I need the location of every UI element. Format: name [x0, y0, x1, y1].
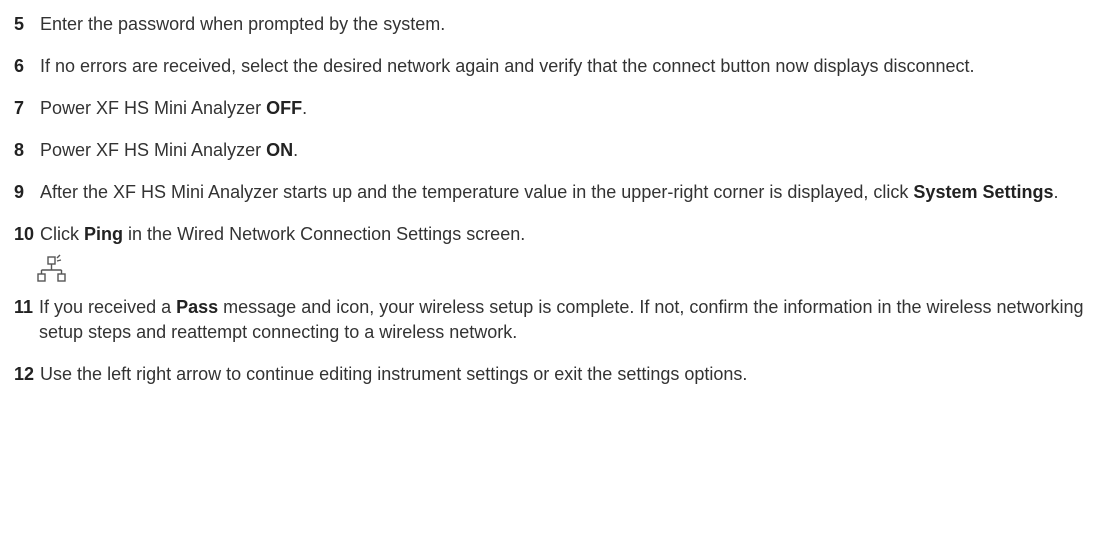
step-text-segment: .: [293, 140, 299, 160]
ui-term-on: ON: [266, 140, 294, 160]
ui-term-off: OFF: [266, 98, 303, 118]
step-text-segment: Power XF HS Mini Analyzer: [40, 98, 267, 118]
network-ping-icon: [37, 254, 66, 282]
step-text-segment: .: [302, 98, 308, 118]
step-text: Power XF HS Mini Analyzer OFF.: [40, 96, 1099, 121]
ui-term-ping: Ping: [84, 224, 124, 244]
step-number: 5: [14, 14, 25, 34]
step-text: After the XF HS Mini Analyzer starts up …: [40, 180, 1099, 205]
step-text-segment: If you received a: [39, 297, 177, 317]
step-number: 6: [14, 56, 25, 76]
network-icon-row: [36, 251, 1099, 289]
step-8: 8 Power XF HS Mini Analyzer ON.: [14, 138, 1099, 163]
step-text: If no errors are received, select the de…: [40, 54, 1099, 79]
step-text: Use the left right arrow to continue edi…: [40, 362, 1099, 387]
step-number: 9: [14, 182, 25, 202]
step-text: If you received a Pass message and icon,…: [39, 295, 1099, 345]
step-text-segment: Click: [40, 224, 85, 244]
step-5: 5 Enter the password when prompted by th…: [14, 12, 1099, 37]
step-11: 11 If you received a Pass message and ic…: [14, 295, 1099, 345]
step-text-segment: After the XF HS Mini Analyzer starts up …: [40, 182, 914, 202]
ui-term-system-settings: System Settings: [913, 182, 1054, 202]
step-number: 12: [14, 364, 35, 384]
step-number: 11: [14, 297, 34, 317]
step-7: 7 Power XF HS Mini Analyzer OFF.: [14, 96, 1099, 121]
step-text-segment: in the Wired Network Connection Settings…: [123, 224, 526, 244]
step-text-segment: .: [1053, 182, 1059, 202]
step-6: 6 If no errors are received, select the …: [14, 54, 1099, 79]
step-10: 10 Click Ping in the Wired Network Conne…: [14, 222, 1099, 247]
step-text: Click Ping in the Wired Network Connecti…: [40, 222, 1099, 247]
step-text: Enter the password when prompted by the …: [40, 12, 1099, 37]
step-text-segment: Enter the password when prompted by the …: [40, 14, 446, 34]
step-number: 10: [14, 224, 35, 244]
step-number: 7: [14, 98, 25, 118]
procedure-steps: 5 Enter the password when prompted by th…: [14, 12, 1099, 404]
step-number: 8: [14, 140, 25, 160]
step-9: 9 After the XF HS Mini Analyzer starts u…: [14, 180, 1099, 205]
step-12: 12 Use the left right arrow to continue …: [14, 362, 1099, 387]
step-text-segment: If no errors are received, select the de…: [40, 56, 975, 76]
step-text-segment: Power XF HS Mini Analyzer: [40, 140, 267, 160]
step-text-segment: Use the left right arrow to continue edi…: [40, 364, 748, 384]
ui-term-pass: Pass: [176, 297, 219, 317]
step-text: Power XF HS Mini Analyzer ON.: [40, 138, 1099, 163]
